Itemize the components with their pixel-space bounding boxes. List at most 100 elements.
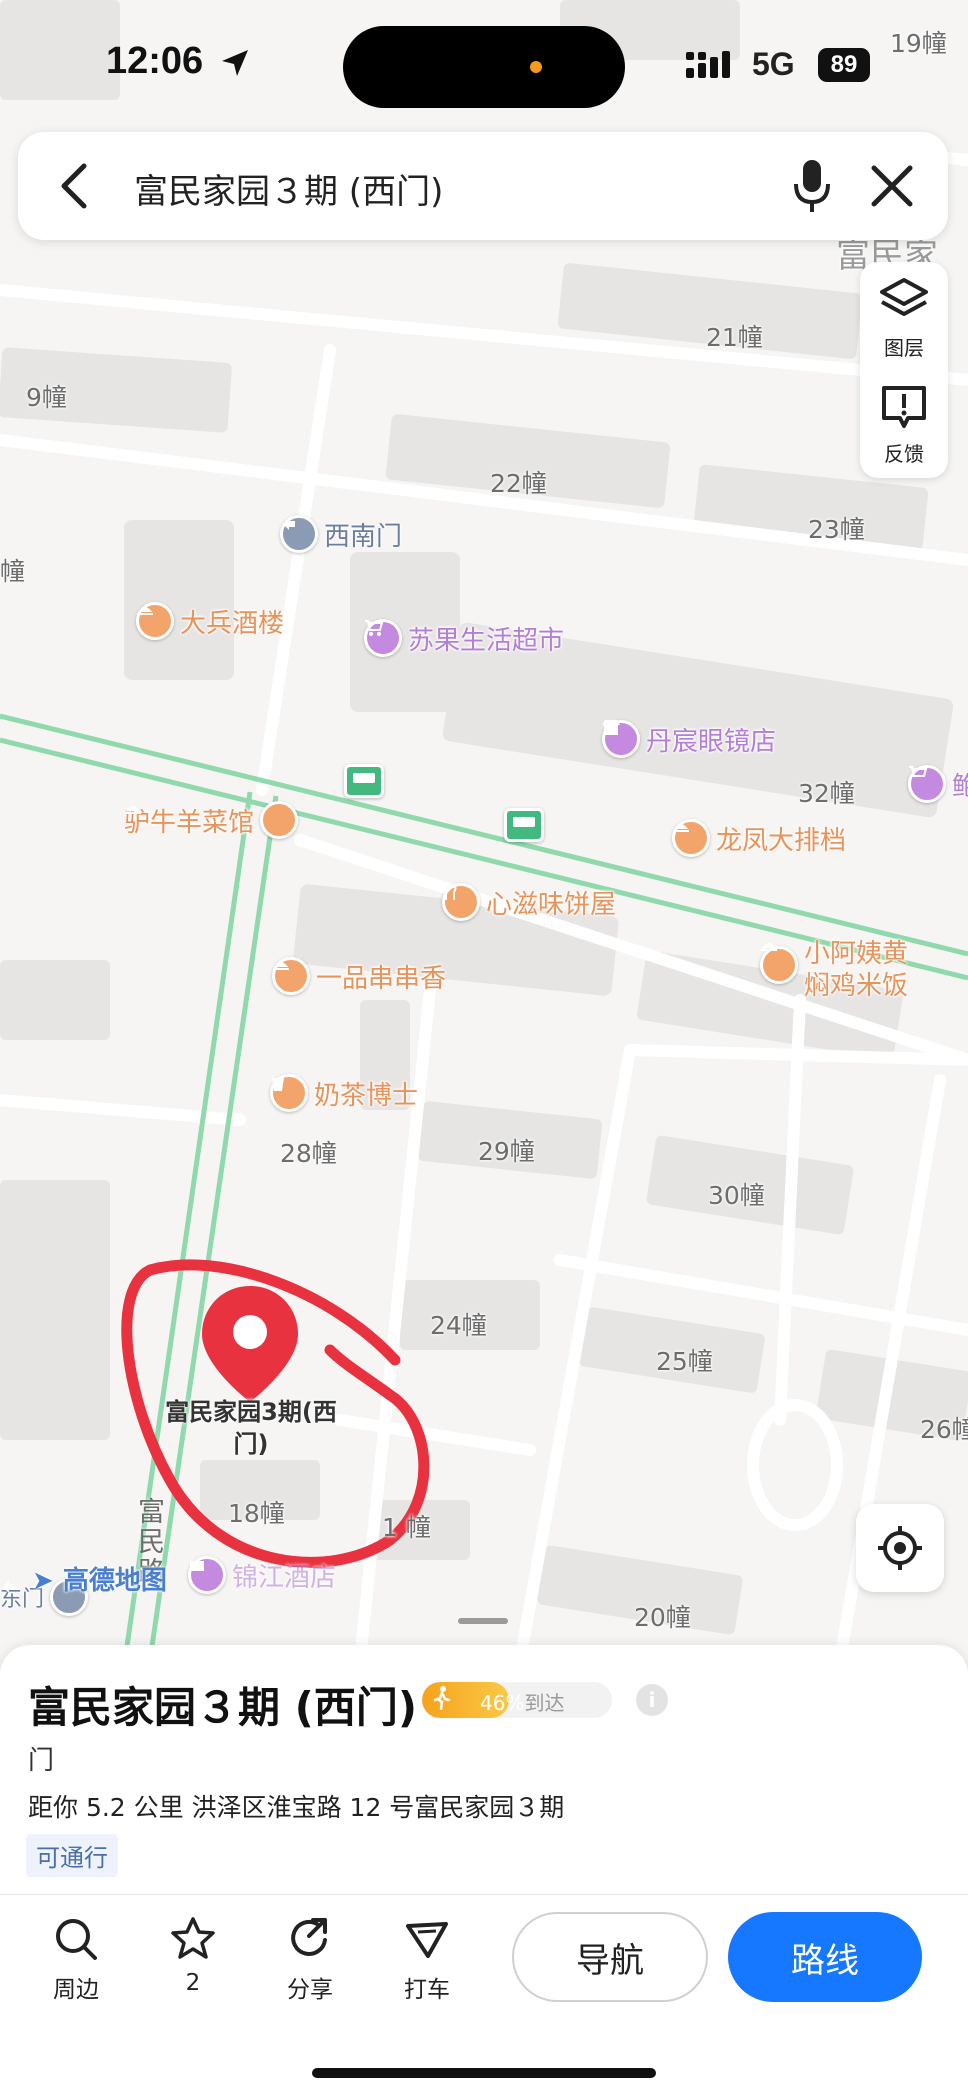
building-label: 幢	[0, 557, 26, 586]
reach-progress: 46%到达	[422, 1682, 612, 1718]
poi-restaurant[interactable]: 一品串串香	[272, 957, 446, 995]
poi-label: 苏果生活超市	[408, 625, 565, 656]
poi-optical-store[interactable]: 丹宸眼镜店	[602, 720, 776, 758]
cup-icon	[270, 1074, 308, 1112]
building-label: 24幢	[430, 1311, 487, 1340]
poi-label: 心滋味饼屋	[486, 889, 617, 920]
restaurant-icon	[272, 957, 310, 995]
building-label: 26幢	[920, 1415, 968, 1444]
taxi-button[interactable]: 打车	[382, 1916, 472, 2004]
feedback-button[interactable]: 反馈	[860, 382, 948, 467]
place-address: 距你 5.2 公里 洪泽区淮宝路 12 号富民家园３期	[28, 1793, 565, 1822]
reach-suffix: 到达	[524, 1691, 565, 1715]
building-label: 32幢	[798, 779, 855, 808]
cart-icon	[364, 619, 402, 657]
poi-label: 龙凤大排档	[716, 825, 847, 856]
map-tools: 图层 反馈	[860, 262, 948, 478]
walk-icon	[432, 1686, 452, 1716]
layers-icon	[878, 278, 930, 330]
divider	[0, 1894, 968, 1895]
building-label: 22幢	[490, 469, 547, 498]
poi-hotel[interactable]: 锦江酒店	[188, 1556, 336, 1594]
sheet-handle[interactable]	[458, 1618, 508, 1624]
logo-arrow-icon: ➤	[32, 1566, 54, 1596]
layers-label: 图层	[884, 336, 924, 360]
poi-supermarket[interactable]: 苏果生活超市	[364, 619, 564, 657]
taxi-icon	[404, 1922, 450, 1966]
search-bar[interactable]: 富民家园３期 (西门)	[18, 132, 948, 240]
status-time: 12:06	[106, 40, 204, 82]
logo-text: 高德地图	[62, 1566, 167, 1596]
route-button[interactable]: 路线	[728, 1912, 922, 2002]
poi-label: 西南门	[324, 521, 403, 552]
cart-icon	[908, 765, 946, 803]
taxi-label: 打车	[404, 1977, 450, 2003]
location-pin-icon[interactable]	[198, 1282, 302, 1408]
network-type: 5G	[752, 46, 795, 82]
microphone-icon[interactable]	[792, 158, 832, 218]
poi-label: 驴牛羊菜馆	[124, 807, 255, 838]
navigate-button[interactable]: 导航	[512, 1912, 708, 2002]
bus-stop-icon[interactable]	[344, 764, 384, 798]
poi-restaurant[interactable]: 龙凤大排档	[672, 819, 846, 857]
poi-label: 锦江酒店	[232, 1562, 337, 1593]
restaurant-icon	[136, 602, 174, 640]
poi-label: 焖鸡米饭	[804, 971, 909, 1001]
place-title: 富民家园３期 (西门)	[28, 1683, 418, 1732]
poi-label: 鲍	[952, 771, 968, 802]
map-view[interactable]: 19幢 富民家 21幢 9幢 22幢 23幢 32幢 28幢 29幢 30幢 2…	[0, 0, 968, 1660]
locate-button[interactable]	[856, 1504, 944, 1592]
poi-shop-cutoff[interactable]: 鲍	[908, 765, 968, 803]
poi-label: 大兵酒楼	[180, 608, 285, 639]
building-label: 23幢	[808, 515, 865, 544]
gate-icon	[280, 515, 318, 553]
location-arrow-icon	[220, 48, 250, 82]
signal-icon	[686, 50, 740, 84]
poi-restaurant[interactable]: 小阿姨黄 焖鸡米饭	[760, 938, 908, 1002]
nearby-button[interactable]: 周边	[31, 1916, 121, 2004]
layers-button[interactable]: 图层	[860, 276, 948, 361]
shop-icon	[602, 720, 640, 758]
poi-bakery[interactable]: 心滋味饼屋	[442, 883, 616, 921]
building-label: 1 幢	[382, 1513, 431, 1542]
poi-restaurant[interactable]: 驴牛羊菜馆	[124, 801, 299, 839]
bus-stop-icon[interactable]	[504, 808, 544, 842]
restaurant-icon	[125, 801, 299, 839]
amap-logo: ➤ 高德地图	[32, 1560, 167, 1597]
fork-knife-icon	[442, 883, 480, 921]
favorite-button[interactable]: 2	[148, 1916, 238, 1996]
search-icon	[53, 1919, 99, 1966]
building-label: 20幢	[634, 1603, 691, 1632]
dynamic-island	[343, 26, 625, 108]
search-query[interactable]: 富民家园３期 (西门)	[134, 164, 443, 213]
status-badge: 可通行	[26, 1834, 118, 1877]
close-icon[interactable]	[870, 164, 914, 212]
share-button[interactable]: 分享	[265, 1916, 355, 2004]
building-label: 9幢	[26, 383, 67, 412]
nearby-label: 周边	[53, 1977, 99, 2003]
feedback-label: 反馈	[884, 442, 924, 466]
building-label: 25幢	[656, 1347, 713, 1376]
building-label: 21幢	[706, 323, 763, 352]
reach-percent: 46%	[480, 1691, 525, 1715]
favorite-count: 2	[185, 1970, 201, 1996]
poi-label: 一品串串香	[316, 963, 447, 994]
building-label: 28幢	[280, 1139, 337, 1168]
place-category: 门	[28, 1746, 55, 1776]
back-icon[interactable]	[54, 162, 94, 214]
poi-southwest-gate[interactable]: 西南门	[280, 515, 402, 553]
restaurant-icon	[760, 943, 798, 984]
star-icon	[170, 1917, 216, 1966]
poi-label: 小阿姨黄	[804, 939, 909, 969]
building-label: 18幢	[228, 1499, 285, 1528]
home-indicator[interactable]	[312, 2068, 656, 2078]
pin-label: 富民家园3期(西 门)	[146, 1396, 356, 1460]
pin-label-line: 富民家园3期(西	[165, 1398, 337, 1426]
pin-label-line: 门)	[233, 1430, 269, 1458]
battery-level: 89	[818, 48, 870, 82]
info-icon[interactable]: i	[636, 1684, 668, 1716]
status-bar: 12:06 5G 89	[0, 0, 968, 130]
building-label: 30幢	[708, 1181, 765, 1210]
poi-restaurant[interactable]: 大兵酒楼	[136, 602, 284, 640]
poi-tea-shop[interactable]: 奶茶博士	[270, 1074, 418, 1112]
